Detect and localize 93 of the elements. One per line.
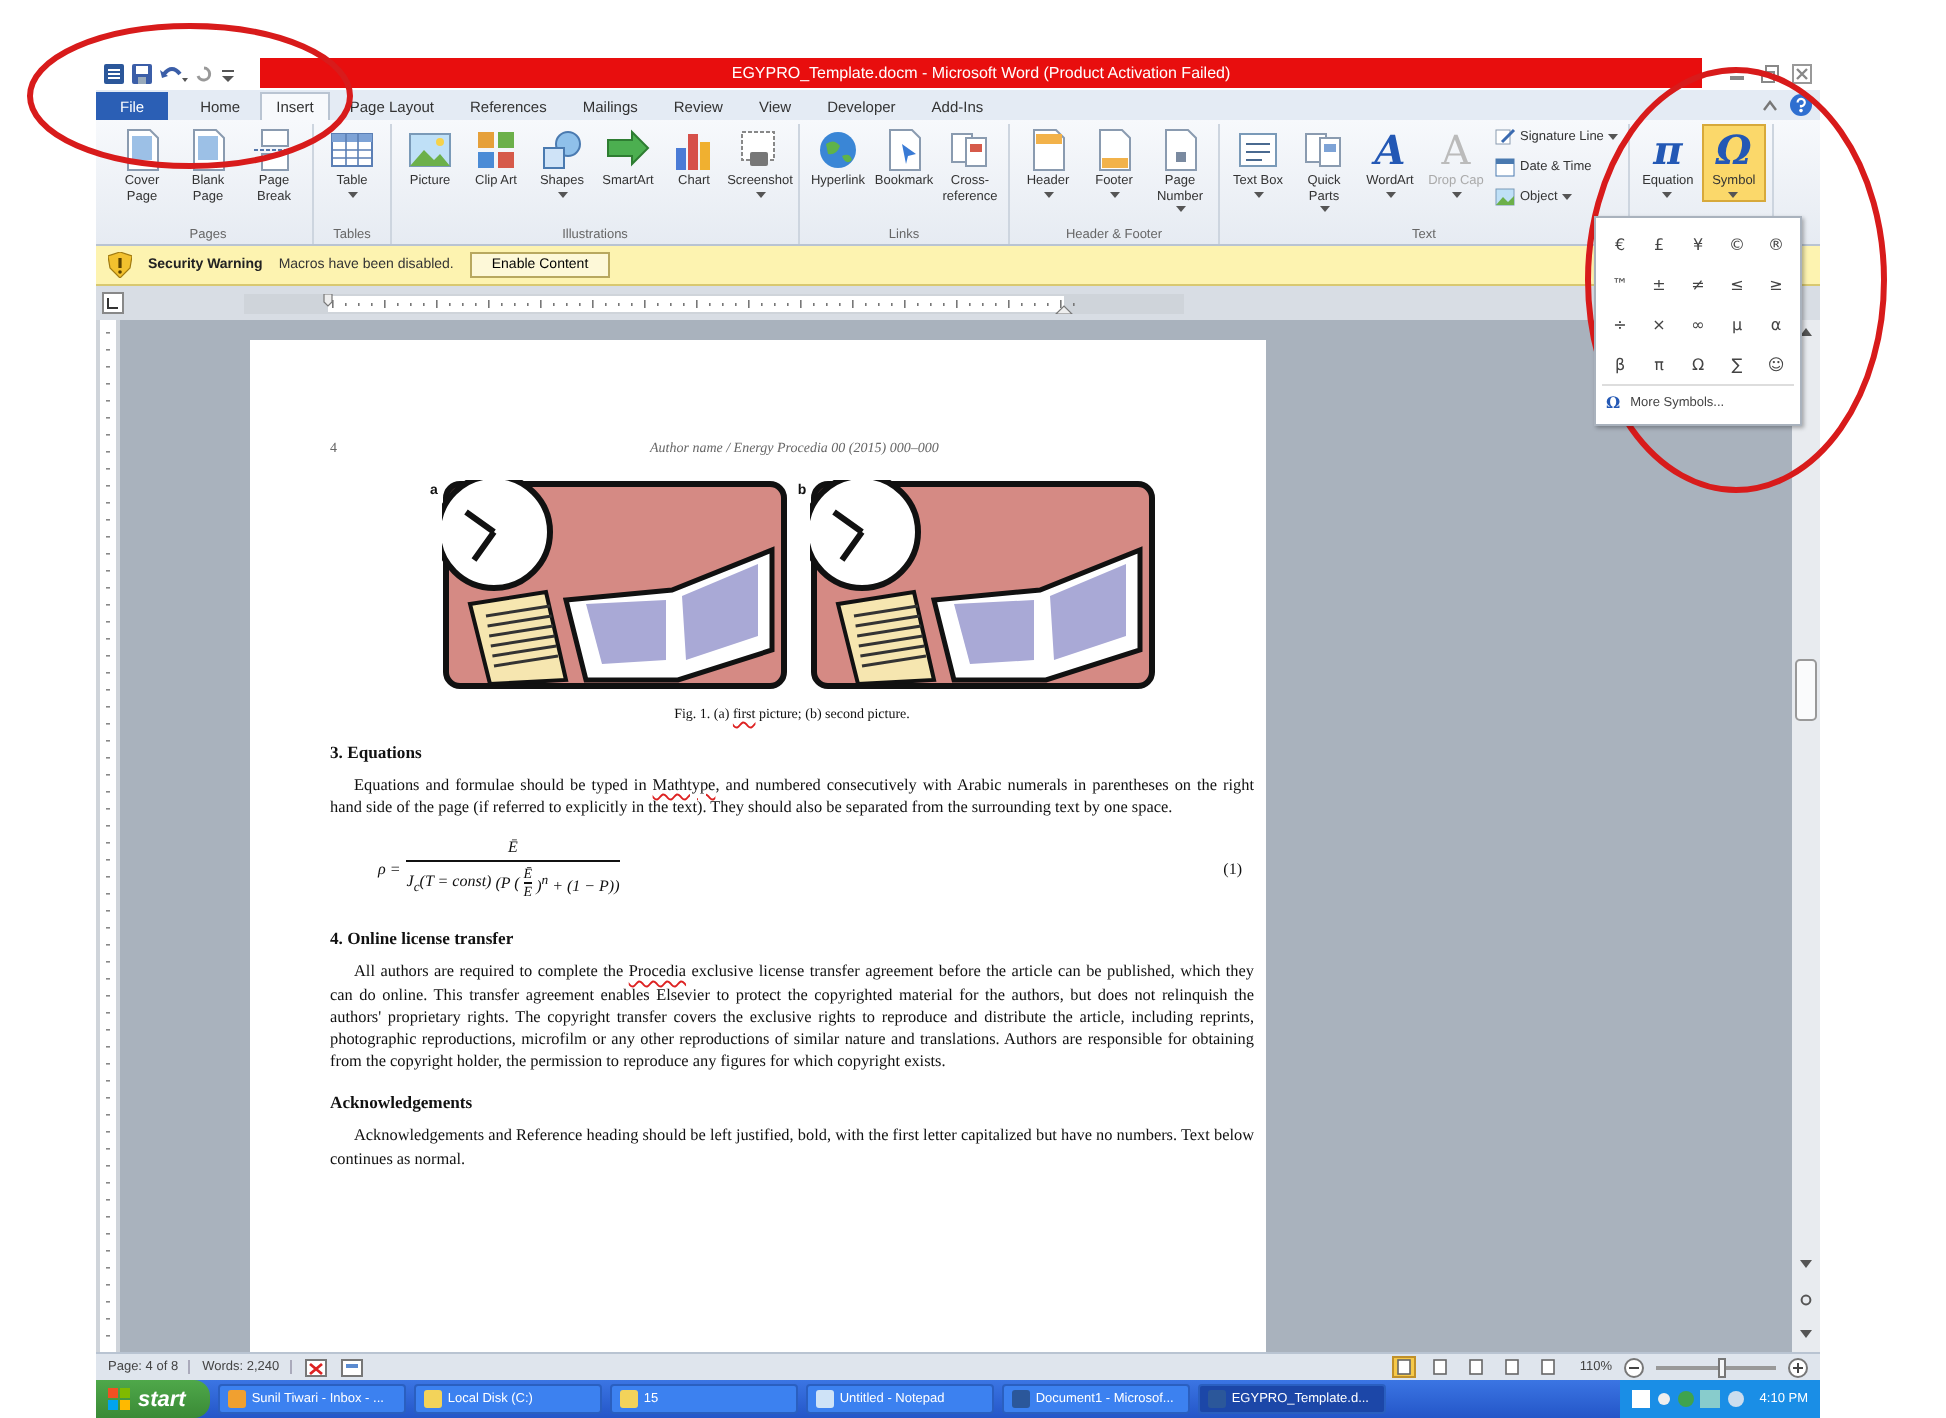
view-icon[interactable] (1499, 1356, 1524, 1378)
caret-icon (1607, 134, 1618, 140)
symbol-button[interactable]: π (1641, 344, 1677, 384)
start-button[interactable]: start (96, 1380, 210, 1418)
equation-text: J$_{c}$(T = const) (406, 872, 492, 896)
save-icon[interactable] (132, 63, 152, 83)
caret-icon (1175, 206, 1185, 212)
shapes-icon (540, 128, 584, 172)
tray-icons[interactable] (1631, 1388, 1748, 1410)
symbol-button[interactable]: ≤ (1719, 264, 1755, 304)
view-icon[interactable] (1535, 1356, 1560, 1378)
glyph-icon: A (1441, 128, 1471, 172)
symbol-button[interactable]: ∞ (1680, 304, 1716, 344)
warning-icon (108, 252, 132, 278)
symbol-button[interactable]: α (1758, 304, 1794, 344)
caret-icon (1662, 191, 1673, 197)
caret-icon (755, 191, 765, 197)
caret-icon (1385, 191, 1395, 197)
caret-icon (1451, 191, 1461, 197)
caret-icon (1043, 191, 1053, 197)
symbol-button[interactable]: ≥ (1758, 264, 1794, 304)
caret-icon (1109, 191, 1119, 197)
app-icon (815, 1390, 834, 1408)
paragraph: Equations and formulae should be typed in Mathtype, and numbered consecutively with Arabic numerals in parentheses on the right hand side of the page (if referred to explicitly in the text). They should also be separated from the surrounding text by one space. (330, 774, 1254, 819)
document-icon (948, 128, 992, 172)
symbol-button[interactable]: ∑ (1719, 344, 1755, 384)
calendar-icon (1494, 156, 1516, 178)
symbol-button[interactable]: € (1602, 224, 1638, 264)
paragraph: Acknowledgements and Reference heading should be left justified, bold, with the first letter capitalized but have no numbers. Text below continues as normal. (330, 1124, 1254, 1170)
symbol-button[interactable]: ≠ (1680, 264, 1716, 304)
equation-text: ρ = (378, 860, 401, 879)
symbol-button[interactable]: ™ (1602, 264, 1638, 304)
view-icon[interactable] (1391, 1356, 1416, 1378)
paragraph: All authors are required to complete the Procedia exclusive license transfer agreement before the article can be published, which they can do online. This transfer agreement enables Elsevier to protect the copyrighted material for the authors, but does not relinquish the authors' proprietary rights. The copyright transfer covers the exclusive rights to reproduce and distribute the article, including reprints, photographic reproductions, microfilm or any other reproductions of similar nature and translations. Authors are responsible for obtaining from the copyright holder, the permission to reproduce any figures for which copyright exists. (330, 960, 1254, 1073)
pen-icon (1494, 126, 1516, 148)
text-box-icon (1236, 128, 1280, 172)
glyph-icon: π (1653, 128, 1683, 172)
symbol-button[interactable]: ® (1758, 224, 1794, 264)
view-icon[interactable] (1463, 1356, 1488, 1378)
app-icon (619, 1390, 638, 1408)
word-icon[interactable] (104, 63, 124, 83)
symbol-button[interactable]: ± (1641, 264, 1677, 304)
app-icon (1011, 1390, 1030, 1408)
image-icon (1494, 186, 1516, 208)
caret-icon (1561, 194, 1572, 200)
zoom-out-icon[interactable] (1624, 1357, 1644, 1377)
symbol-button[interactable]: ÷ (1602, 304, 1638, 344)
clip-art-icon (474, 128, 518, 172)
help-icon[interactable] (1790, 94, 1812, 116)
restore-icon[interactable] (1760, 63, 1780, 83)
close-icon[interactable] (1792, 63, 1812, 83)
glyph-icon: A (1374, 128, 1406, 172)
symbol-button[interactable]: © (1719, 224, 1755, 264)
symbol-button[interactable]: β (1602, 344, 1638, 384)
image-icon (408, 128, 452, 172)
windows-logo-icon (108, 1388, 130, 1410)
caret-icon (1728, 191, 1739, 197)
symbol-button[interactable]: £ (1641, 224, 1677, 264)
chart-icon (672, 128, 716, 172)
globe-icon (816, 128, 860, 172)
symbol-button[interactable]: ☺ (1758, 344, 1794, 384)
section-heading: Acknowledgements (330, 1092, 475, 1113)
equation-text: Ē (406, 838, 620, 863)
collapse-ribbon-icon[interactable] (1762, 99, 1778, 111)
symbol-button[interactable]: Ω (1680, 344, 1716, 384)
scrollbar[interactable] (1792, 320, 1820, 1352)
app-icon (227, 1390, 246, 1408)
slider-thumb[interactable] (1718, 1357, 1726, 1377)
section-heading: 3. Equations (330, 742, 424, 762)
app-icon (423, 1390, 442, 1408)
arrow-icon (606, 128, 650, 172)
horizontal-ruler[interactable] (244, 293, 1184, 313)
proofing-icon[interactable] (303, 1357, 328, 1377)
section-heading: 4. Online license transfer (330, 928, 516, 949)
glyph-icon: Ω (1716, 128, 1752, 172)
tab-selector-icon[interactable] (102, 292, 124, 314)
window-title: EGYPRO_Template.docm - Microsoft Word (Product Activation Failed) (731, 64, 1231, 82)
equation-text: (P ( (495, 874, 520, 893)
caret-icon (347, 191, 357, 197)
symbol-button[interactable]: ¥ (1680, 224, 1716, 264)
equation-text: )$^{n}$ + (1 − P)) (536, 873, 620, 895)
view-icon[interactable] (1427, 1356, 1452, 1378)
equation-number: (1) (1223, 860, 1242, 879)
document-icon (1302, 128, 1346, 172)
symbol-button[interactable]: µ (1719, 304, 1755, 344)
zoom-in-icon[interactable] (1788, 1357, 1808, 1377)
table-icon (330, 128, 374, 172)
macro-icon[interactable] (339, 1357, 364, 1377)
caret-icon (557, 191, 567, 197)
symbol-button[interactable]: × (1641, 304, 1677, 344)
undo-icon[interactable] (160, 63, 188, 83)
caret-icon (1253, 191, 1263, 197)
caret-icon (1319, 206, 1329, 212)
